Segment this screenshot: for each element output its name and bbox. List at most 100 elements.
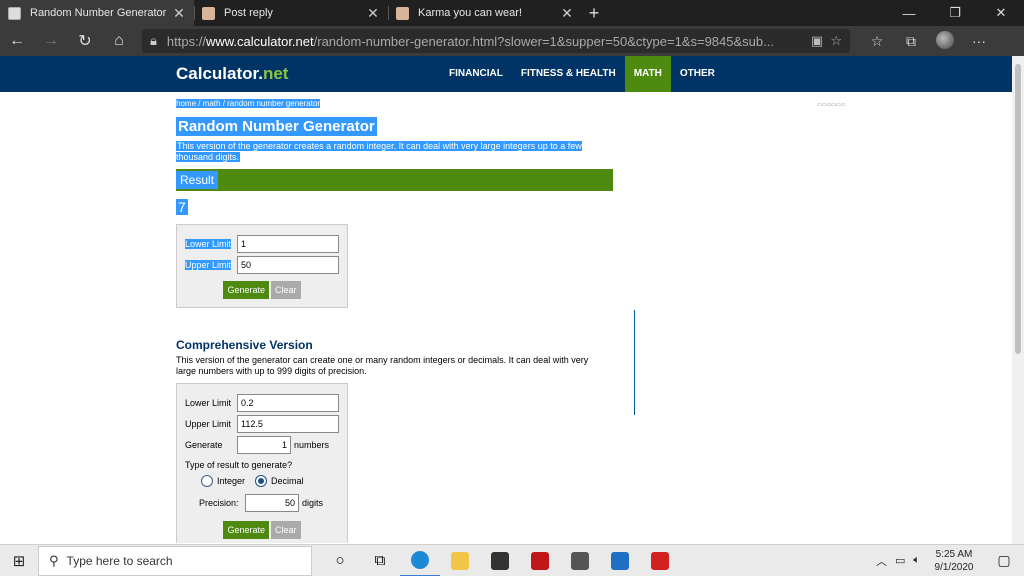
nav-financial[interactable]: FINANCIAL bbox=[440, 56, 512, 92]
store-icon[interactable] bbox=[480, 545, 520, 576]
comprehensive-heading: Comprehensive Version bbox=[176, 338, 313, 352]
main-content: home / math / random number generator Ra… bbox=[176, 95, 616, 543]
comprehensive-description: This version of the generator can create… bbox=[176, 355, 589, 376]
comprehensive-form-panel: Lower Limit Upper Limit Generate numbers… bbox=[176, 383, 348, 543]
tab-post-reply[interactable]: Post reply ✕ bbox=[194, 0, 388, 26]
close-tab-icon[interactable]: ✕ bbox=[560, 5, 574, 22]
comp-generate-button[interactable]: Generate bbox=[223, 521, 269, 539]
browser-tab-bar: Random Number Generator ✕ Post reply ✕ K… bbox=[0, 0, 1024, 26]
edge-icon[interactable] bbox=[400, 545, 440, 576]
tab-karma[interactable]: Karma you can wear! ✕ bbox=[388, 0, 582, 26]
page-title: Random Number Generator bbox=[176, 117, 377, 136]
result-value: 7 bbox=[176, 199, 188, 215]
nav-math[interactable]: MATH bbox=[624, 56, 671, 92]
app-icon[interactable] bbox=[560, 545, 600, 576]
tab-title: Post reply bbox=[224, 7, 273, 19]
forward-icon[interactable]: → bbox=[34, 32, 68, 50]
address-toolbar: ← → ↻ ⌂ 🔒︎ https://www.calculator.net/ra… bbox=[0, 26, 1024, 56]
top-navigation: FINANCIAL FITNESS & HEALTH MATH OTHER bbox=[440, 56, 724, 92]
integer-radio[interactable] bbox=[201, 475, 213, 487]
refresh-icon[interactable]: ↻ bbox=[68, 31, 102, 51]
restore-icon[interactable]: ❐ bbox=[932, 0, 978, 26]
close-tab-icon[interactable]: ✕ bbox=[172, 5, 186, 22]
upper-limit-label: Upper Limit bbox=[185, 259, 232, 270]
close-tab-icon[interactable]: ✕ bbox=[366, 5, 380, 22]
url-path: /random-number-generator.html?slower=1&s… bbox=[313, 33, 774, 49]
mail-icon[interactable] bbox=[600, 545, 640, 576]
generate-count-label: Generate bbox=[185, 439, 223, 450]
precision-input[interactable] bbox=[245, 493, 299, 512]
generate-count-input[interactable] bbox=[237, 435, 291, 454]
system-tray: ︿ ▭ 🔈︎ 5:25 AM 9/1/2020 ▢ bbox=[872, 548, 1024, 574]
digits-label: digits bbox=[302, 497, 324, 508]
collections-icon[interactable]: ⧉ bbox=[894, 33, 928, 50]
volume-icon[interactable]: 🔈︎ bbox=[909, 554, 924, 567]
precision-label: Precision: bbox=[199, 497, 239, 508]
windows-start-icon[interactable]: ⊞ bbox=[0, 552, 38, 570]
lower-limit-label: Lower Limit bbox=[185, 238, 232, 249]
comp-lower-limit-input[interactable] bbox=[237, 393, 339, 412]
clock[interactable]: 5:25 AM 9/1/2020 bbox=[924, 548, 984, 574]
calculator-icon bbox=[8, 6, 21, 20]
url-scheme: https:// bbox=[166, 33, 206, 49]
tab-random-number-generator[interactable]: Random Number Generator ✕ bbox=[0, 0, 194, 26]
favicon-icon bbox=[396, 6, 409, 20]
tab-title: Karma you can wear! bbox=[418, 7, 522, 19]
site-logo[interactable]: Calculator.net bbox=[176, 64, 288, 84]
network-icon[interactable]: ▭ bbox=[891, 554, 909, 567]
upper-limit-input[interactable] bbox=[237, 255, 339, 274]
type-label: Type of result to generate? bbox=[185, 460, 293, 470]
comp-upper-limit-label: Upper Limit bbox=[185, 418, 232, 429]
close-window-icon[interactable]: ✕ bbox=[978, 0, 1024, 26]
new-tab-icon[interactable]: + bbox=[582, 0, 606, 26]
url-bar[interactable]: 🔒︎ https://www.calculator.net/random-num… bbox=[142, 29, 850, 53]
divider bbox=[634, 310, 635, 415]
scrollbar-thumb[interactable] bbox=[1015, 64, 1021, 354]
taskbar-search[interactable]: ⚲ Type here to search bbox=[38, 545, 312, 576]
clock-time: 5:25 AM bbox=[935, 548, 973, 560]
comp-lower-limit-label: Lower Limit bbox=[185, 397, 232, 408]
sign-in-link[interactable]: ▭▭▭▭▭▭ bbox=[817, 102, 845, 108]
task-view-icon[interactable]: ⧉ bbox=[360, 545, 400, 576]
page-description: This version of the generator creates a … bbox=[176, 141, 582, 162]
acrobat-icon[interactable] bbox=[640, 545, 680, 576]
url-domain: www.calculator.net bbox=[205, 33, 314, 49]
chevron-up-icon[interactable]: ︿ bbox=[872, 553, 891, 569]
minimize-icon[interactable]: — bbox=[886, 0, 932, 26]
favorites-icon[interactable]: ☆ bbox=[860, 33, 894, 50]
clear-button[interactable]: Clear bbox=[271, 281, 301, 299]
nav-fitness-health[interactable]: FITNESS & HEALTH bbox=[512, 56, 625, 92]
back-icon[interactable]: ← bbox=[0, 32, 34, 50]
page-scrollbar[interactable] bbox=[1012, 56, 1024, 544]
browser-tools: ☆ ⧉ ··· bbox=[860, 30, 996, 52]
notification-icon[interactable]: ▢ bbox=[984, 552, 1024, 569]
nav-other[interactable]: OTHER bbox=[671, 56, 724, 92]
taskbar-apps: ○ ⧉ bbox=[320, 545, 680, 576]
profile-avatar[interactable] bbox=[928, 30, 962, 52]
clock-date: 9/1/2020 bbox=[934, 561, 974, 573]
generate-button[interactable]: Generate bbox=[223, 281, 269, 299]
search-placeholder: Type here to search bbox=[66, 553, 173, 568]
comp-upper-limit-input[interactable] bbox=[237, 414, 339, 433]
favicon-icon bbox=[202, 6, 215, 20]
simple-form-panel: Lower Limit Upper Limit Generate Clear bbox=[176, 224, 348, 308]
more-icon[interactable]: ··· bbox=[962, 33, 996, 49]
window-controls: — ❐ ✕ bbox=[886, 0, 1024, 26]
lock-icon[interactable]: 🔒︎ bbox=[150, 33, 157, 49]
decimal-label: Decimal bbox=[271, 476, 304, 486]
search-icon: ⚲ bbox=[49, 552, 59, 568]
lower-limit-input[interactable] bbox=[237, 234, 339, 253]
reader-favorite-icons[interactable]: ▣ ☆ bbox=[803, 33, 842, 49]
mcafee-icon[interactable] bbox=[520, 545, 560, 576]
tab-title: Random Number Generator bbox=[30, 7, 167, 19]
result-heading-bar: Result bbox=[176, 169, 613, 191]
decimal-radio[interactable] bbox=[255, 475, 268, 487]
home-icon[interactable]: ⌂ bbox=[102, 32, 136, 50]
breadcrumb[interactable]: home / math / random number generator bbox=[176, 99, 321, 108]
numbers-label: numbers bbox=[294, 439, 330, 450]
file-explorer-icon[interactable] bbox=[440, 545, 480, 576]
windows-taskbar: ⊞ ⚲ Type here to search ○ ⧉ ︿ ▭ 🔈︎ 5:25 … bbox=[0, 544, 1024, 576]
integer-label: Integer bbox=[217, 476, 246, 486]
cortana-icon[interactable]: ○ bbox=[320, 545, 360, 576]
comp-clear-button[interactable]: Clear bbox=[271, 521, 301, 539]
